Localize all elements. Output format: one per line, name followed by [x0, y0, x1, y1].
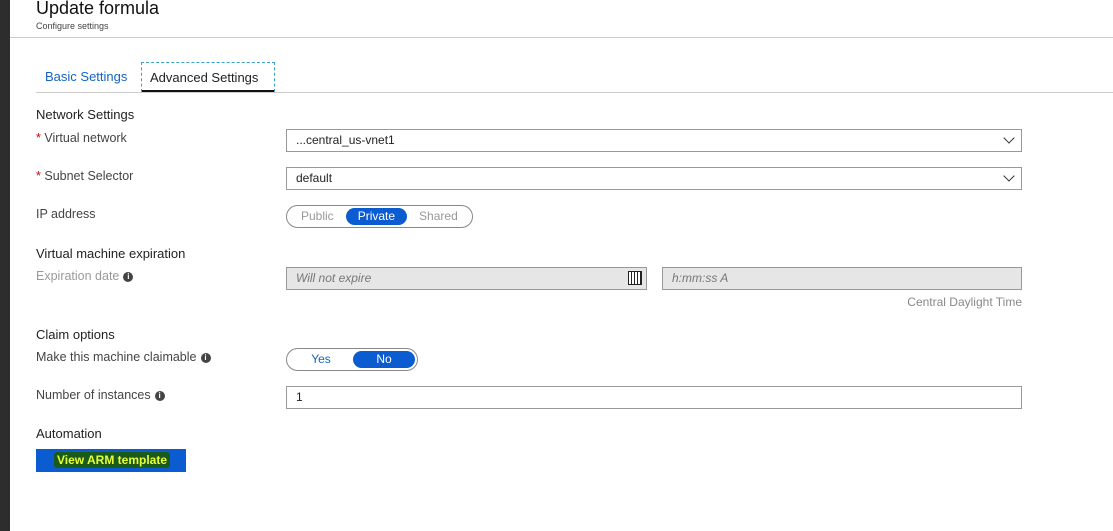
virtual-network-label: * Virtual network: [36, 131, 127, 145]
expiration-time-input[interactable]: h:mm:ss A: [662, 267, 1022, 290]
claimable-toggle: Yes No: [286, 348, 418, 371]
info-icon[interactable]: i: [123, 271, 134, 282]
view-arm-template-button[interactable]: View ARM template: [36, 449, 186, 472]
info-icon[interactable]: i: [200, 352, 211, 363]
subnet-selector-dropdown[interactable]: default: [286, 167, 1022, 190]
virtual-network-value: ...central_us-vnet1: [296, 133, 395, 147]
page-title: Update formula: [36, 0, 160, 18]
expiration-date-label-text: Expiration date: [36, 269, 120, 283]
instances-input[interactable]: 1: [286, 386, 1022, 409]
instances-label: Number of instances i: [36, 388, 165, 402]
claimable-label: Make this machine claimable i: [36, 350, 211, 364]
view-arm-template-label: View ARM template: [54, 452, 171, 468]
ip-address-label: IP address: [36, 207, 96, 221]
expiration-date-label: Expiration date i: [36, 269, 134, 283]
page-subtitle: Configure settings: [36, 21, 109, 31]
ip-address-toggle: Public Private Shared: [286, 205, 473, 228]
timezone-label: Central Daylight Time: [907, 295, 1022, 309]
virtual-network-dropdown[interactable]: ...central_us-vnet1: [286, 129, 1022, 152]
ip-option-shared[interactable]: Shared: [407, 208, 470, 225]
ip-option-private[interactable]: Private: [345, 208, 408, 225]
expiration-date-input[interactable]: Will not expire: [286, 267, 647, 290]
claimable-label-text: Make this machine claimable: [36, 350, 197, 364]
subnet-selector-label-text: Subnet Selector: [44, 169, 134, 183]
calendar-icon[interactable]: [628, 271, 642, 285]
required-mark: *: [36, 169, 41, 183]
instances-label-text: Number of instances: [36, 388, 151, 402]
claimable-option-yes[interactable]: Yes: [289, 351, 353, 368]
subnet-value: default: [296, 171, 333, 185]
automation-heading: Automation: [36, 426, 102, 441]
left-edge-strip: [0, 0, 10, 531]
tab-basic-settings[interactable]: Basic Settings: [37, 62, 135, 92]
tab-divider: [36, 92, 1113, 93]
expiration-date-placeholder: Will not expire: [296, 271, 372, 285]
chevron-down-icon: [1003, 170, 1015, 182]
info-icon[interactable]: i: [154, 390, 165, 401]
tab-advanced-settings[interactable]: Advanced Settings: [141, 62, 275, 92]
vm-expiration-heading: Virtual machine expiration: [36, 246, 186, 261]
ip-option-public[interactable]: Public: [289, 208, 346, 225]
expiration-time-placeholder: h:mm:ss A: [672, 271, 729, 285]
claim-options-heading: Claim options: [36, 327, 115, 342]
subnet-selector-label: * Subnet Selector: [36, 169, 133, 183]
network-settings-heading: Network Settings: [36, 107, 135, 122]
divider: [10, 37, 1113, 38]
virtual-network-label-text: Virtual network: [44, 131, 127, 145]
chevron-down-icon: [1003, 132, 1015, 144]
claimable-option-no[interactable]: No: [353, 351, 415, 368]
instances-value: 1: [296, 390, 303, 404]
required-mark: *: [36, 131, 41, 145]
